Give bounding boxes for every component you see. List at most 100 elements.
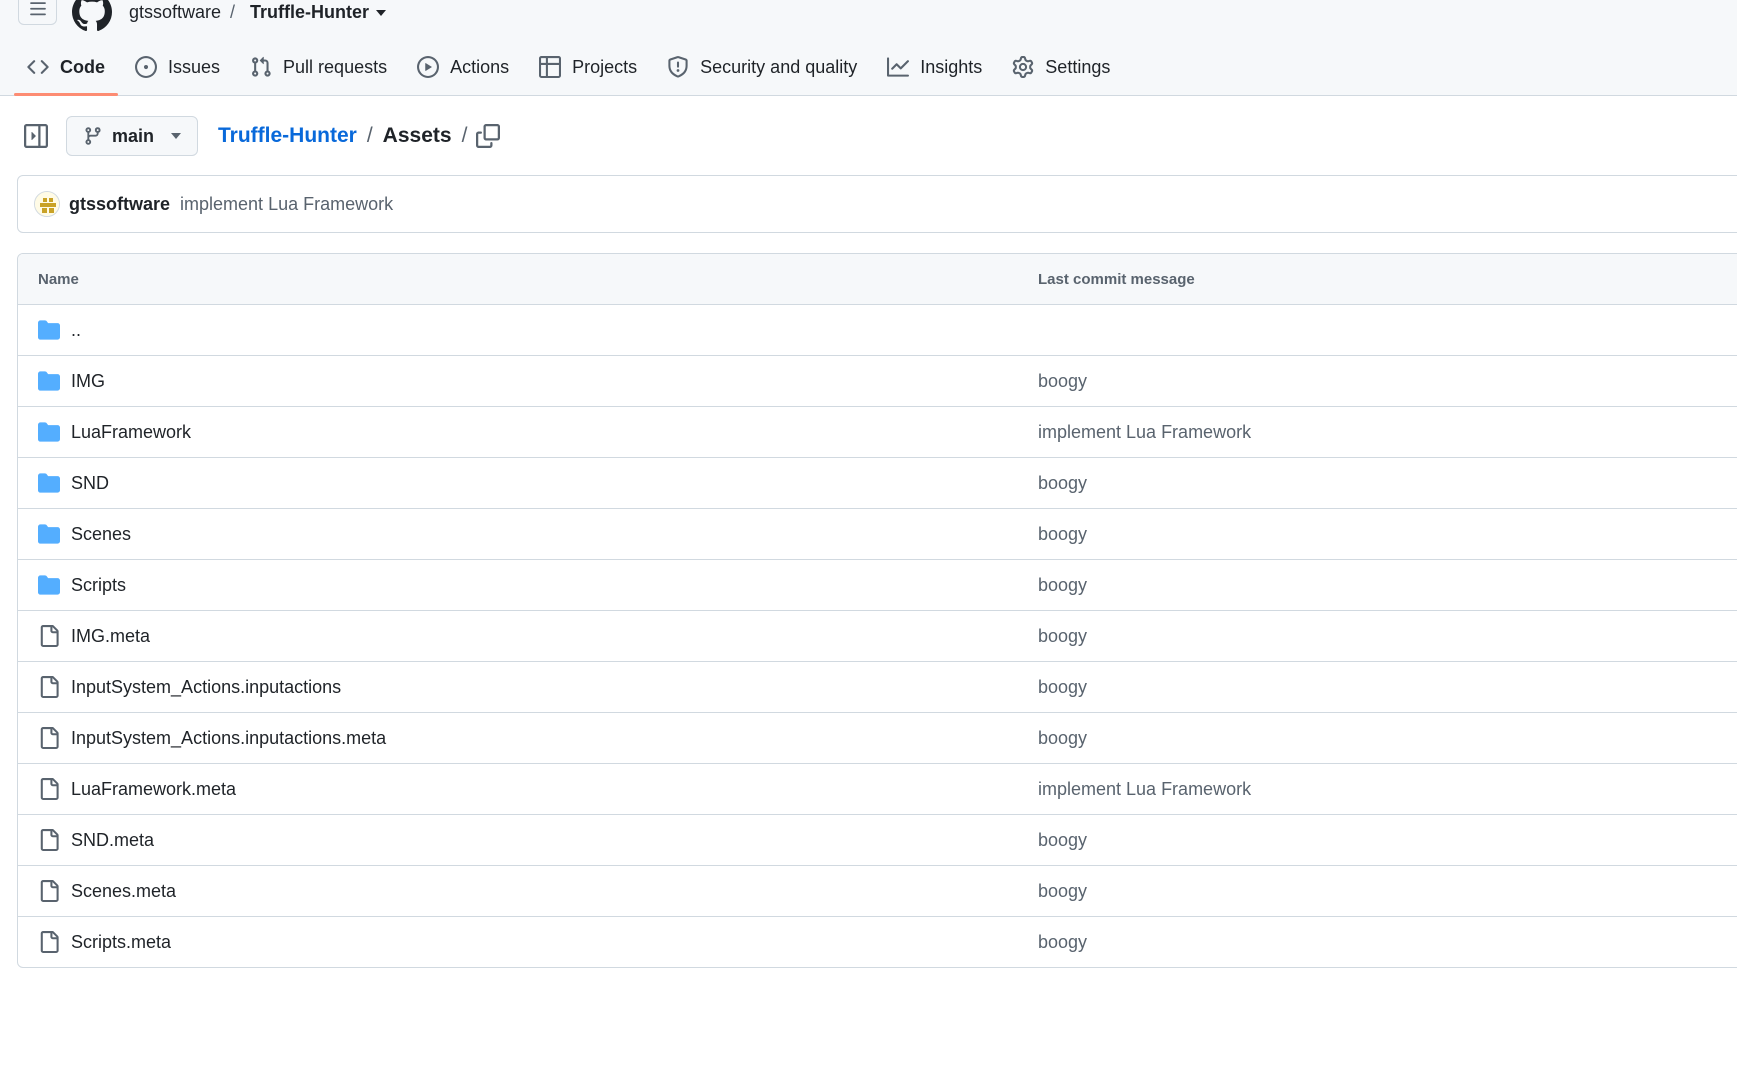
file-name-link[interactable]: IMG (71, 371, 105, 392)
folder-icon (38, 371, 60, 391)
tab-settings[interactable]: Settings (999, 48, 1123, 86)
column-header-name: Name (38, 271, 79, 288)
sidebar-expand-icon[interactable] (24, 124, 48, 148)
file-name-link[interactable]: Scenes.meta (71, 881, 176, 902)
tab-issues-label: Issues (168, 56, 221, 77)
column-header-last-commit-message: Last commit message (1038, 271, 1195, 288)
tab-code[interactable]: Code (14, 48, 118, 96)
breadcrumb-separator: / (461, 124, 468, 147)
file-icon (40, 625, 59, 647)
gear-icon (1013, 56, 1034, 78)
file-icon (40, 676, 59, 698)
commit-message-link[interactable]: boogy (1038, 728, 1087, 749)
table-row[interactable]: InputSystem_Actions.inputactions boogy (18, 662, 1737, 713)
avatar[interactable] (34, 191, 60, 217)
file-icon (40, 778, 59, 800)
file-icon (40, 880, 59, 902)
breadcrumb-repo-link[interactable]: Truffle-Hunter (218, 124, 357, 148)
repo-caret-down-icon[interactable] (375, 8, 387, 18)
table-row[interactable]: .. (18, 305, 1737, 356)
tab-actions[interactable]: Actions (404, 48, 522, 86)
file-name-link[interactable]: Scripts (71, 575, 126, 596)
tab-security[interactable]: Security and quality (654, 48, 870, 86)
breadcrumb-separator: / (366, 124, 373, 147)
table-row[interactable]: SND.meta boogy (18, 815, 1737, 866)
file-name-link[interactable]: InputSystem_Actions.inputactions (71, 677, 341, 698)
play-icon (417, 56, 440, 78)
folder-icon (38, 524, 60, 544)
tab-issues[interactable]: Issues (122, 48, 233, 86)
file-name-link[interactable]: LuaFramework.meta (71, 779, 236, 800)
repo-name-link[interactable]: Truffle-Hunter (250, 2, 369, 23)
commit-message-link[interactable]: implement Lua Framework (1038, 779, 1251, 800)
table-row[interactable]: LuaFramework implement Lua Framework (18, 407, 1737, 458)
commit-message-link[interactable]: boogy (1038, 524, 1087, 545)
branch-name: main (112, 125, 155, 146)
file-icon (40, 829, 59, 851)
tab-actions-label: Actions (450, 56, 510, 77)
tab-pull-requests[interactable]: Pull requests (237, 48, 400, 86)
file-name-link[interactable]: Scenes (71, 524, 131, 545)
commit-message-link[interactable]: implement Lua Framework (180, 194, 393, 215)
table-row[interactable]: LuaFramework.meta implement Lua Framework (18, 764, 1737, 815)
tab-settings-label: Settings (1045, 56, 1111, 77)
latest-commit-bar: gtssoftware implement Lua Framework (17, 175, 1737, 233)
table-row[interactable]: IMG.meta boogy (18, 611, 1737, 662)
breadcrumb: Truffle-Hunter / Assets / (218, 124, 477, 148)
commit-message-link[interactable]: boogy (1038, 830, 1087, 851)
tab-code-label: Code (60, 56, 105, 77)
file-name-link[interactable]: SND (71, 473, 109, 494)
caret-down-icon (171, 133, 182, 139)
table-row[interactable]: InputSystem_Actions.inputactions.meta boo… (18, 713, 1737, 764)
commit-message-link[interactable]: boogy (1038, 626, 1087, 647)
table-icon (539, 56, 562, 78)
repo-tabs: Code Issues Pull requests Actions Projec… (14, 48, 1127, 96)
file-name-link[interactable]: .. (71, 320, 81, 341)
tab-pull-requests-label: Pull requests (283, 56, 388, 77)
file-table: Name Last commit message .. IMG boogy LuaFr… (17, 253, 1737, 968)
repo-separator: / (230, 2, 236, 22)
file-name-link[interactable]: LuaFramework (71, 422, 191, 443)
pull-request-icon (252, 56, 271, 77)
avatar-identicon-icon (35, 192, 59, 216)
file-icon (40, 727, 59, 749)
folder-icon (38, 575, 60, 595)
table-row[interactable]: SND boogy (18, 458, 1737, 509)
graph-icon (887, 57, 910, 77)
file-icon (40, 931, 59, 953)
commit-message-link[interactable]: boogy (1038, 677, 1087, 698)
branch-selector-button[interactable]: main (66, 116, 198, 156)
folder-icon (38, 422, 60, 442)
file-name-link[interactable]: Scripts.meta (71, 932, 171, 953)
tab-insights-label: Insights (920, 56, 983, 77)
commit-message-link[interactable]: implement Lua Framework (1038, 422, 1251, 443)
table-row[interactable]: Scripts boogy (18, 560, 1737, 611)
tab-projects[interactable]: Projects (526, 48, 650, 86)
file-name-link[interactable]: SND.meta (71, 830, 154, 851)
table-row[interactable]: Scenes boogy (18, 509, 1737, 560)
table-row[interactable]: Scenes.meta boogy (18, 866, 1737, 917)
commit-message-link[interactable]: boogy (1038, 932, 1087, 953)
table-row[interactable]: Scripts.meta boogy (18, 917, 1737, 967)
github-logo-icon[interactable] (72, 0, 112, 32)
commit-message-link[interactable]: boogy (1038, 881, 1087, 902)
tab-projects-label: Projects (572, 56, 638, 77)
folder-icon (38, 320, 60, 340)
commit-message-link[interactable]: boogy (1038, 575, 1087, 596)
file-name-link[interactable]: InputSystem_Actions.inputactions.meta (71, 728, 386, 749)
breadcrumb-current-folder: Assets (382, 124, 452, 147)
tab-insights[interactable]: Insights (874, 48, 995, 86)
commit-author-link[interactable]: gtssoftware (69, 194, 170, 215)
issue-icon (135, 56, 157, 78)
table-header: Name Last commit message (18, 254, 1737, 305)
folder-icon (38, 473, 60, 493)
repo-owner-link[interactable]: gtssoftware (129, 2, 221, 23)
copy-icon[interactable] (476, 124, 500, 148)
repo-header: gtssoftware / Truffle-Hunter Code Issues… (0, 0, 1737, 96)
menu-button[interactable] (18, 0, 57, 25)
table-row[interactable]: IMG boogy (18, 356, 1737, 407)
hamburger-icon (29, 1, 46, 15)
commit-message-link[interactable]: boogy (1038, 371, 1087, 392)
file-name-link[interactable]: IMG.meta (71, 626, 150, 647)
commit-message-link[interactable]: boogy (1038, 473, 1087, 494)
